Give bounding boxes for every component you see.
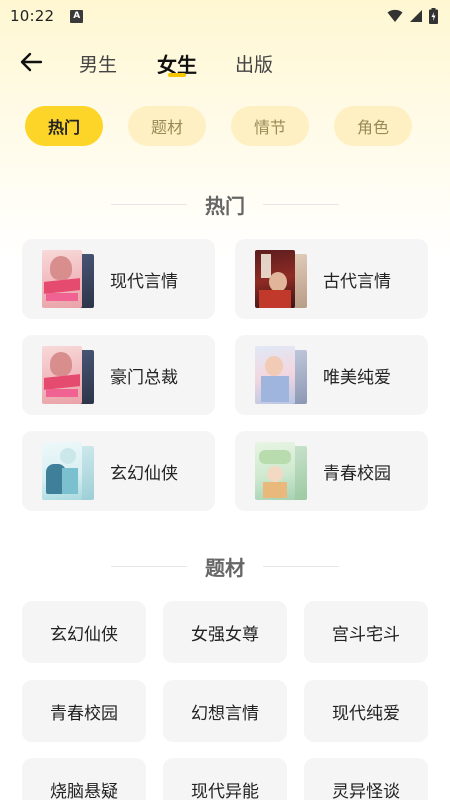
- theme-item[interactable]: 灵异怪谈: [304, 758, 428, 800]
- tab-active-indicator: [168, 73, 186, 77]
- notification-badge: A: [70, 9, 84, 23]
- back-button[interactable]: [14, 46, 48, 78]
- theme-item[interactable]: 女强女尊: [163, 601, 287, 663]
- divider: [263, 565, 339, 567]
- theme-item[interactable]: 现代异能: [163, 758, 287, 800]
- back-arrow-icon: [20, 52, 43, 72]
- hot-card-ceo-romance[interactable]: 豪门总裁: [22, 335, 215, 415]
- hot-card-label: 青春校园: [323, 463, 391, 484]
- theme-item[interactable]: 青春校园: [22, 680, 146, 742]
- filter-plot[interactable]: 情节: [231, 106, 309, 146]
- hot-card-ancient-romance[interactable]: 古代言情: [235, 239, 428, 319]
- book-cover: [42, 250, 94, 308]
- cell-signal-icon: [410, 10, 422, 22]
- theme-section-header: 题材: [0, 551, 450, 581]
- tab-publish[interactable]: 出版: [235, 50, 273, 77]
- hot-card-fantasy[interactable]: 玄幻仙侠: [22, 431, 215, 511]
- battery-icon: [429, 8, 438, 24]
- hot-card-label: 玄幻仙侠: [110, 463, 178, 484]
- theme-section-title: 题材: [205, 555, 245, 580]
- hot-section-header: 热门: [0, 189, 450, 219]
- hot-card-label: 豪门总裁: [110, 367, 178, 388]
- status-time: 10:22: [10, 7, 55, 25]
- filter-theme[interactable]: 题材: [128, 106, 206, 146]
- hot-card-campus[interactable]: 青春校园: [235, 431, 428, 511]
- hot-card-label: 古代言情: [323, 271, 391, 292]
- wifi-icon: [387, 9, 403, 22]
- divider: [263, 203, 339, 205]
- hot-card-pure-love[interactable]: 唯美纯爱: [235, 335, 428, 415]
- theme-item[interactable]: 宫斗宅斗: [304, 601, 428, 663]
- divider: [111, 565, 187, 567]
- book-cover: [255, 346, 307, 404]
- divider: [111, 203, 187, 205]
- hot-card-label: 现代言情: [110, 271, 178, 292]
- theme-item[interactable]: 玄幻仙侠: [22, 601, 146, 663]
- theme-item[interactable]: 幻想言情: [163, 680, 287, 742]
- book-cover: [255, 442, 307, 500]
- theme-item[interactable]: 烧脑悬疑: [22, 758, 146, 800]
- tab-male[interactable]: 男生: [79, 50, 117, 77]
- status-icons: [387, 8, 438, 24]
- filter-role[interactable]: 角色: [334, 106, 412, 146]
- book-cover: [255, 250, 307, 308]
- top-nav: 男生 女生 出版: [0, 40, 450, 84]
- hot-card-label: 唯美纯爱: [323, 367, 391, 388]
- filter-hot[interactable]: 热门: [25, 106, 103, 146]
- app-screen: 10:22 A 男生 女生 出版 热门 题材 情节 角色 热门 现代言情 古代言…: [0, 0, 450, 800]
- hot-card-modern-romance[interactable]: 现代言情: [22, 239, 215, 319]
- book-cover: [42, 346, 94, 404]
- book-cover: [42, 442, 94, 500]
- hot-section-title: 热门: [205, 193, 245, 218]
- theme-item[interactable]: 现代纯爱: [304, 680, 428, 742]
- status-bar: 10:22 A: [0, 0, 450, 32]
